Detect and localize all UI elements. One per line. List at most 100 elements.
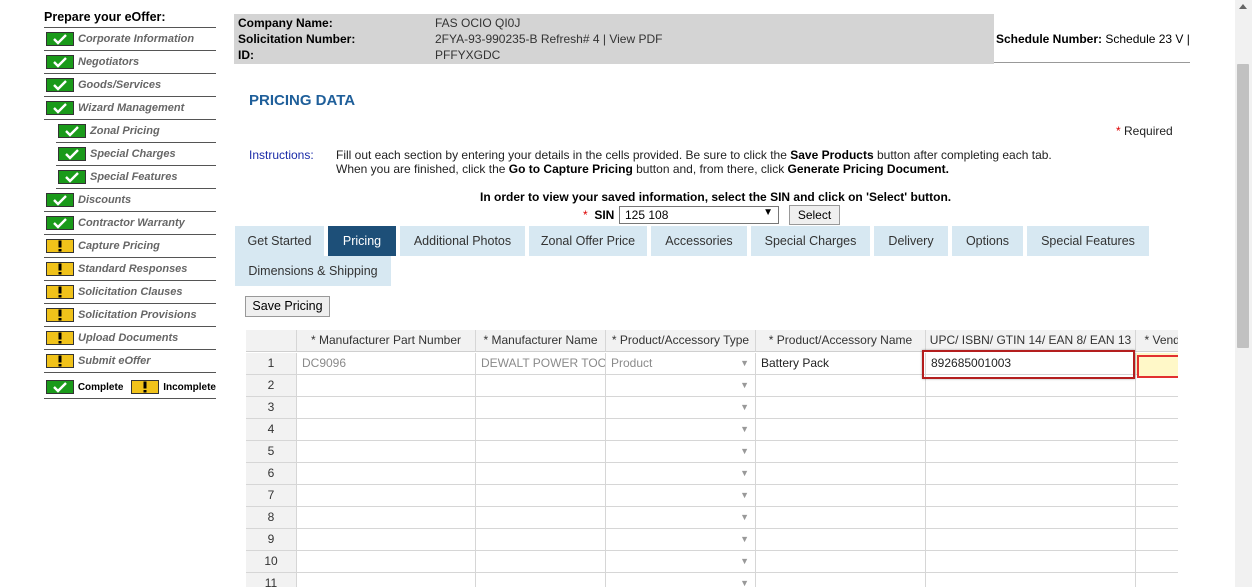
grid-cell-part[interactable] — [297, 375, 476, 397]
chevron-down-icon[interactable]: ▼ — [740, 551, 749, 572]
grid-cell-name[interactable] — [756, 463, 926, 485]
sidebar-item-standard-responses[interactable]: Standard Responses — [44, 258, 216, 281]
sidebar-item-capture-pricing[interactable]: Capture Pricing — [44, 235, 216, 258]
sidebar-item-special-charges[interactable]: Special Charges — [56, 143, 216, 166]
column-header[interactable]: UPC/ ISBN/ GTIN 14/ EAN 8/ EAN 13 — [926, 330, 1136, 352]
tab-pricing[interactable]: Pricing — [328, 226, 396, 256]
grid-cell-vendor[interactable] — [1136, 397, 1178, 419]
chevron-down-icon[interactable]: ▼ — [740, 375, 749, 396]
grid-cell-part[interactable] — [297, 463, 476, 485]
grid-cell-type[interactable]: ▼ — [606, 529, 756, 551]
grid-cell-name[interactable] — [756, 485, 926, 507]
sidebar-item-contractor-warranty[interactable]: Contractor Warranty — [44, 212, 216, 235]
sidebar-item-zonal-pricing[interactable]: Zonal Pricing — [56, 120, 216, 143]
sidebar-item-negotiators[interactable]: Negotiators — [44, 51, 216, 74]
grid-cell-part[interactable] — [297, 507, 476, 529]
grid-cell-vendor[interactable] — [1136, 441, 1178, 463]
grid-cell-part[interactable] — [297, 485, 476, 507]
grid-cell-name[interactable] — [756, 375, 926, 397]
grid-cell-name[interactable]: Battery Pack — [756, 353, 926, 375]
chevron-down-icon[interactable]: ▼ — [740, 507, 749, 528]
grid-cell-upc[interactable] — [926, 507, 1136, 529]
grid-cell-mfr[interactable] — [476, 441, 606, 463]
chevron-down-icon[interactable]: ▼ — [740, 485, 749, 506]
grid-cell-type[interactable]: ▼ — [606, 551, 756, 573]
grid-cell-type[interactable]: ▼ — [606, 375, 756, 397]
tab-delivery[interactable]: Delivery — [874, 226, 948, 256]
grid-cell-type[interactable]: ▼ — [606, 573, 756, 587]
column-header[interactable]: * Product/Accessory Name — [756, 330, 926, 352]
tab-accessories[interactable]: Accessories — [651, 226, 747, 256]
sidebar-item-discounts[interactable]: Discounts — [44, 189, 216, 212]
sidebar-item-special-features[interactable]: Special Features — [56, 166, 216, 189]
scroll-up-icon[interactable] — [1239, 4, 1247, 9]
page-scrollbar[interactable] — [1235, 0, 1252, 587]
tab-special-features[interactable]: Special Features — [1027, 226, 1149, 256]
grid-cell-name[interactable] — [756, 441, 926, 463]
column-header[interactable]: * Manufacturer Part Number — [297, 330, 476, 352]
grid-cell-part[interactable] — [297, 551, 476, 573]
grid-cell-mfr[interactable] — [476, 485, 606, 507]
chevron-down-icon[interactable]: ▼ — [740, 529, 749, 550]
sidebar-item-solicitation-clauses[interactable]: Solicitation Clauses — [44, 281, 216, 304]
tab-special-charges[interactable]: Special Charges — [751, 226, 870, 256]
save-pricing-button[interactable]: Save Pricing — [245, 296, 330, 317]
grid-cell-mfr[interactable] — [476, 551, 606, 573]
grid-cell-mfr[interactable] — [476, 529, 606, 551]
grid-cell-upc[interactable] — [926, 419, 1136, 441]
grid-cell-upc[interactable] — [926, 397, 1136, 419]
grid-cell-part[interactable] — [297, 529, 476, 551]
grid-cell-upc[interactable] — [926, 551, 1136, 573]
grid-cell-part[interactable]: DC9096 — [297, 353, 476, 375]
sin-select[interactable]: 125 108 ▼ — [619, 206, 779, 224]
grid-cell-mfr[interactable] — [476, 397, 606, 419]
sidebar-item-wizard-management[interactable]: Wizard Management — [44, 97, 216, 120]
grid-cell-vendor[interactable] — [1136, 463, 1178, 485]
scrollbar-thumb[interactable] — [1237, 64, 1249, 348]
grid-cell-type[interactable]: ▼ — [606, 485, 756, 507]
grid-cell-type[interactable]: ▼ — [606, 441, 756, 463]
grid-cell-vendor[interactable] — [1136, 419, 1178, 441]
sidebar-item-submit-eoffer[interactable]: Submit eOffer — [44, 350, 216, 373]
grid-cell-vendor[interactable] — [1136, 529, 1178, 551]
grid-cell-upc[interactable] — [926, 463, 1136, 485]
grid-cell-mfr[interactable]: DEWALT POWER TOO — [476, 353, 606, 375]
grid-cell-part[interactable] — [297, 419, 476, 441]
sidebar-item-goods-services[interactable]: Goods/Services — [44, 74, 216, 97]
chevron-down-icon[interactable]: ▼ — [740, 353, 749, 374]
grid-cell-vendor[interactable] — [1136, 573, 1178, 587]
grid-cell-upc[interactable] — [926, 441, 1136, 463]
grid-cell-upc[interactable] — [926, 485, 1136, 507]
sidebar-item-upload-documents[interactable]: Upload Documents — [44, 327, 216, 350]
grid-cell-name[interactable] — [756, 573, 926, 587]
view-pdf-link[interactable]: View PDF — [609, 32, 662, 46]
tab-get-started[interactable]: Get Started — [235, 226, 324, 256]
tab-additional-photos[interactable]: Additional Photos — [400, 226, 525, 256]
grid-cell-mfr[interactable] — [476, 463, 606, 485]
select-button[interactable]: Select — [789, 205, 840, 225]
tab-options[interactable]: Options — [952, 226, 1023, 256]
grid-cell-name[interactable] — [756, 507, 926, 529]
chevron-down-icon[interactable]: ▼ — [740, 397, 749, 418]
column-header[interactable]: * Manufacturer Name — [476, 330, 606, 352]
chevron-down-icon[interactable]: ▼ — [740, 573, 749, 587]
grid-cell-mfr[interactable] — [476, 573, 606, 587]
column-header[interactable]: * Vendo — [1136, 330, 1178, 352]
grid-cell-name[interactable] — [756, 529, 926, 551]
sidebar-item-corporate-information[interactable]: Corporate Information — [44, 28, 216, 51]
grid-cell-type[interactable]: ▼ — [606, 419, 756, 441]
grid-cell-type[interactable]: Product ▼ — [606, 353, 756, 375]
grid-cell-upc[interactable] — [926, 529, 1136, 551]
grid-cell-vendor[interactable] — [1136, 485, 1178, 507]
tab-dimensions-shipping[interactable]: Dimensions & Shipping — [235, 256, 391, 286]
grid-cell-part[interactable] — [297, 397, 476, 419]
grid-cell-name[interactable] — [756, 551, 926, 573]
chevron-down-icon[interactable]: ▼ — [740, 441, 749, 462]
grid-cell-type[interactable]: ▼ — [606, 463, 756, 485]
chevron-down-icon[interactable]: ▼ — [740, 463, 749, 484]
grid-cell-type[interactable]: ▼ — [606, 397, 756, 419]
grid-cell-name[interactable] — [756, 419, 926, 441]
grid-cell-mfr[interactable] — [476, 375, 606, 397]
grid-cell-part[interactable] — [297, 573, 476, 587]
chevron-down-icon[interactable]: ▼ — [740, 419, 749, 440]
